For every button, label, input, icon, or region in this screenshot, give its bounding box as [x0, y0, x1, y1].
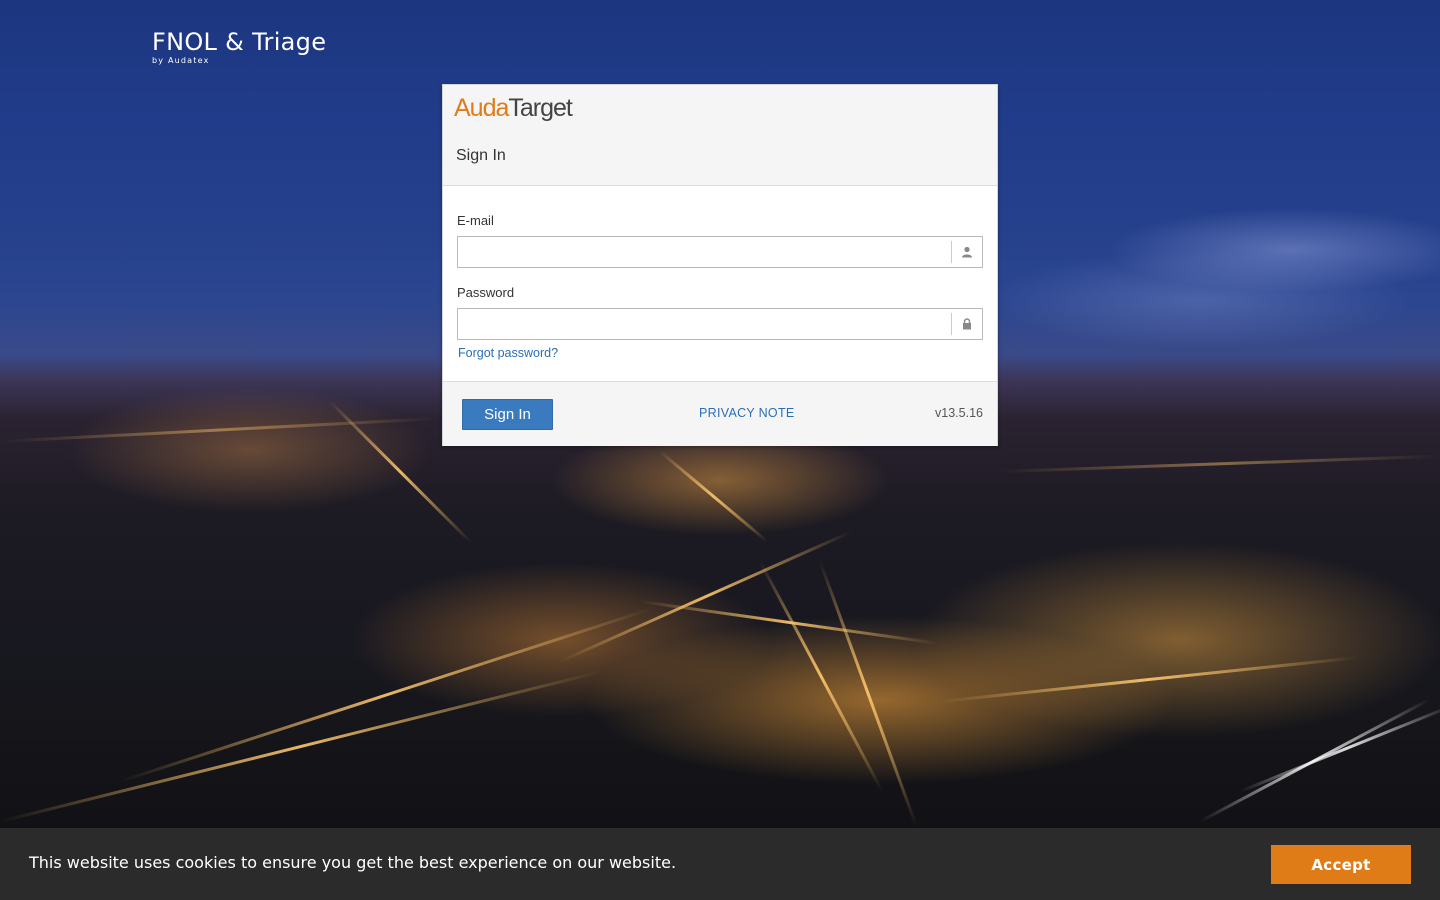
logo-target-text: Target	[508, 94, 572, 122]
lock-icon	[951, 313, 982, 335]
login-form: E-mail Password Forgot password?	[443, 186, 997, 382]
page-title: Sign In	[456, 147, 506, 164]
logo-auda-text: Auda	[454, 94, 509, 122]
login-page: FNOL & Triage by Audatex AudaTarget Sign…	[0, 0, 1440, 900]
version-label: v13.5.16	[935, 406, 983, 420]
password-field[interactable]	[458, 309, 948, 339]
brand-subtitle: by Audatex	[152, 56, 210, 65]
email-label: E-mail	[457, 213, 494, 228]
cookie-banner: This website uses cookies to ensure you …	[0, 828, 1440, 900]
brand-logo: FNOL & Triage by Audatex	[152, 28, 326, 65]
panel-footer: Sign In PRIVACY NOTE v13.5.16	[443, 381, 997, 446]
panel-header: AudaTarget Sign In	[443, 85, 997, 186]
password-label: Password	[457, 285, 515, 300]
password-field-wrapper	[457, 308, 983, 340]
privacy-note-link[interactable]: PRIVACY NOTE	[699, 406, 795, 420]
forgot-password-link[interactable]: Forgot password?	[458, 346, 558, 360]
email-field[interactable]	[458, 237, 948, 267]
email-field-wrapper	[457, 236, 983, 268]
brand-name: FNOL & Triage	[152, 28, 327, 56]
user-icon	[951, 241, 982, 263]
accept-cookies-button[interactable]: Accept	[1271, 845, 1411, 884]
audatarget-logo: AudaTarget	[454, 94, 573, 123]
cookie-message: This website uses cookies to ensure you …	[29, 853, 677, 872]
sign-in-button[interactable]: Sign In	[462, 399, 553, 430]
login-panel: AudaTarget Sign In E-mail Password Forgo…	[442, 84, 998, 446]
